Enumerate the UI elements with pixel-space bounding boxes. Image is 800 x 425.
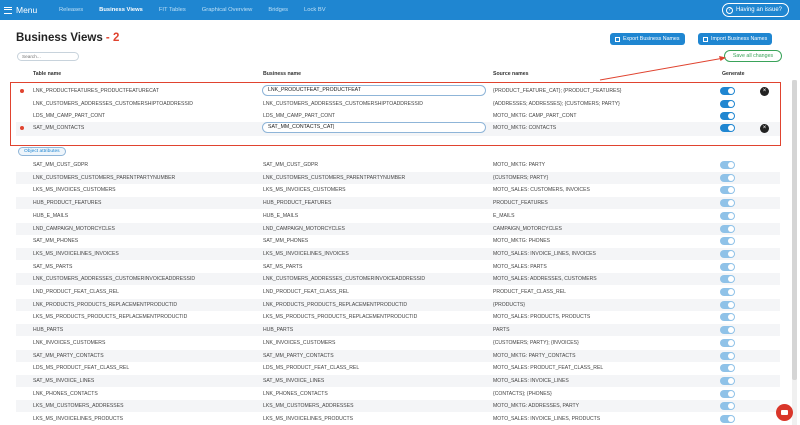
annotation-arrow [599,56,726,81]
vertical-scrollbar[interactable] [792,80,797,425]
scrollbar-thumb[interactable] [792,80,797,380]
chat-fab-button[interactable] [776,404,793,421]
